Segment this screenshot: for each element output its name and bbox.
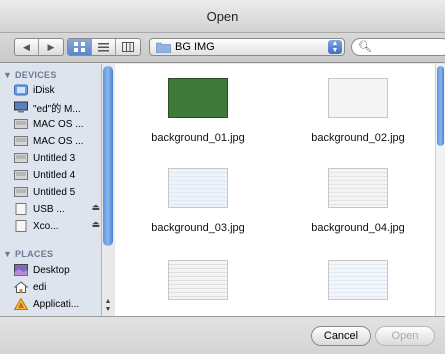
sidebar-item-desktop[interactable]: Desktop — [14, 262, 100, 278]
eject-icon[interactable]: ⏏ — [91, 219, 100, 230]
sidebar-item-label: Untitled 3 — [33, 152, 76, 164]
disk-icon — [14, 170, 28, 180]
file-thumbnail — [168, 260, 228, 300]
usb-icon — [15, 203, 27, 215]
sidebar-item-untitled-3[interactable]: Untitled 3 — [14, 150, 100, 166]
disk-icon — [14, 119, 28, 129]
file-name: background_03.jpg — [151, 222, 245, 234]
home-icon — [14, 281, 28, 293]
file-thumbnail — [168, 168, 228, 208]
sidebar-item-untitled-4[interactable]: Untitled 4 — [14, 167, 100, 183]
sidebar-item-label: Desktop — [33, 264, 70, 276]
column-view-icon — [122, 42, 134, 52]
sidebar-item-label: MAC OS ... — [33, 118, 84, 130]
sidebar-item-label: Untitled 4 — [33, 169, 76, 181]
disk-icon — [14, 153, 28, 163]
sidebar-item-mac-os-1[interactable]: MAC OS ... — [14, 116, 100, 132]
popup-arrows-icon: ▲ ▼ — [328, 40, 342, 54]
eject-icon[interactable]: ⏏ — [91, 202, 100, 213]
file-name: background_04.jpg — [311, 222, 405, 234]
file-item[interactable]: background_04.jpg — [278, 168, 438, 234]
list-view-button[interactable] — [92, 39, 116, 55]
view-mode-segment — [67, 38, 141, 56]
back-button[interactable]: ◀ — [15, 39, 39, 55]
sidebar-item-mac-os-2[interactable]: MAC OS ... — [14, 133, 100, 149]
sidebar-item-computer[interactable]: "ed"的 M... — [14, 99, 100, 115]
file-thumbnail — [328, 260, 388, 300]
sidebar-item-applications[interactable]: Applicati... — [14, 296, 100, 312]
sidebar-scroll-thumb[interactable] — [103, 66, 113, 246]
desktop-icon — [14, 264, 28, 276]
sidebar-item-label: "ed"的 M... — [33, 103, 81, 115]
sidebar-item-label: iDisk — [33, 84, 55, 96]
idisk-icon — [14, 84, 28, 96]
icon-view-icon — [73, 42, 85, 52]
sidebar-item-label: Applicati... — [33, 298, 80, 310]
button-bar: Cancel Open — [0, 316, 445, 354]
sidebar-item-untitled-5[interactable]: Untitled 5 — [14, 184, 100, 200]
list-view-icon — [98, 42, 109, 51]
file-item[interactable] — [278, 260, 438, 300]
sidebar-item-xcode[interactable]: Xco... ⏏ — [14, 218, 100, 234]
nav-segment: ◀ ▶ — [14, 38, 64, 56]
sidebar-item-usb[interactable]: USB ... ⏏ — [14, 201, 100, 217]
applications-icon — [14, 298, 28, 310]
file-scrollbar[interactable] — [435, 64, 445, 316]
sidebar-item-label: MAC OS ... — [33, 135, 84, 147]
title-bar: Open — [0, 0, 445, 33]
places-header: ▼ PLACES — [3, 249, 54, 259]
sidebar-scrollbar[interactable]: ▲ ▼ — [101, 64, 114, 316]
sidebar-item-label: USB ... — [33, 203, 65, 215]
disk-image-icon — [15, 220, 27, 232]
forward-button[interactable]: ▶ — [39, 39, 63, 55]
cancel-button[interactable]: Cancel — [311, 326, 371, 346]
icon-view-button[interactable] — [68, 39, 92, 55]
file-name: background_01.jpg — [151, 132, 245, 144]
sidebar-item-idisk[interactable]: iDisk — [14, 82, 100, 98]
file-browser: background_01.jpg background_02.jpg back… — [115, 64, 445, 316]
disk-icon — [14, 187, 28, 197]
scroll-arrows-icon[interactable]: ▲ ▼ — [103, 298, 113, 314]
file-item[interactable]: background_01.jpg — [118, 78, 278, 144]
file-thumbnail — [328, 168, 388, 208]
file-scroll-thumb[interactable] — [437, 66, 444, 146]
location-popup[interactable]: BG IMG ▲ ▼ — [149, 38, 345, 56]
sidebar-item-home[interactable]: edi — [14, 279, 100, 295]
file-thumbnail — [168, 78, 228, 118]
search-field[interactable]: 🔍︎ — [351, 38, 445, 56]
dialog-title: Open — [206, 9, 239, 24]
sidebar-item-label: Untitled 5 — [33, 186, 76, 198]
sidebar: ▼ DEVICES iDisk "ed"的 M... MAC OS ... MA… — [0, 64, 114, 316]
folder-icon — [156, 42, 171, 53]
computer-icon — [14, 101, 28, 113]
file-name: background_02.jpg — [311, 132, 405, 144]
toolbar: ◀ ▶ BG IMG ▲ ▼ 🔍︎ — [0, 33, 445, 63]
column-view-button[interactable] — [116, 39, 140, 55]
file-item[interactable]: background_02.jpg — [278, 78, 438, 144]
file-item[interactable] — [118, 260, 278, 300]
sidebar-item-label: Xco... — [33, 220, 59, 232]
file-thumbnail — [328, 78, 388, 118]
location-label: BG IMG — [175, 41, 215, 53]
search-icon: 🔍︎ — [358, 41, 372, 53]
devices-header: ▼ DEVICES — [3, 70, 57, 80]
disk-icon — [14, 136, 28, 146]
open-button[interactable]: Open — [375, 326, 435, 346]
sidebar-item-label: edi — [33, 281, 47, 293]
open-dialog: Open ◀ ▶ BG IMG ▲ ▼ 🔍︎ ▼ DEVICES iDisk "… — [0, 0, 445, 354]
file-item[interactable]: background_03.jpg — [118, 168, 278, 234]
